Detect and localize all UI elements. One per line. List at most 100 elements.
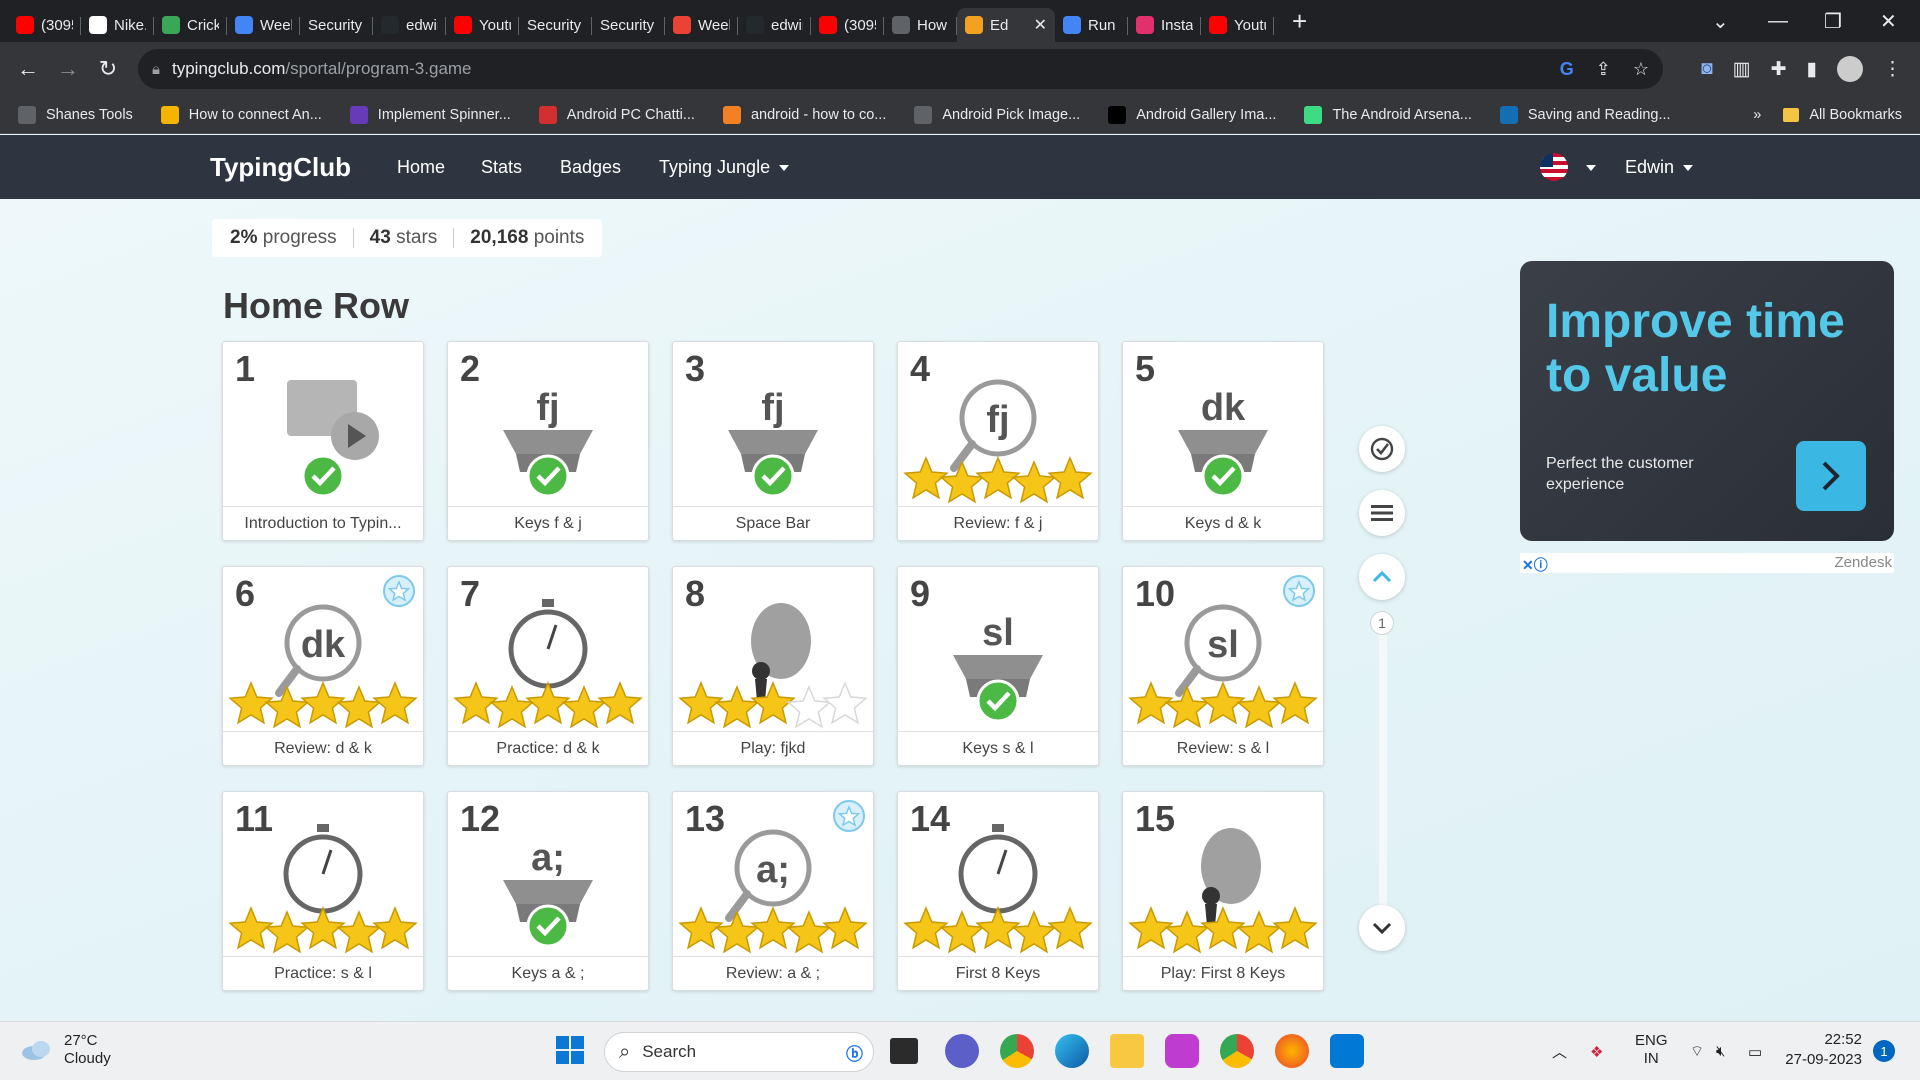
chrome-icon[interactable] [1000, 1034, 1034, 1068]
maximize-button[interactable]: ❐ [1824, 0, 1842, 42]
lesson-card[interactable]: 15 Play: First 8 Keys [1122, 791, 1324, 991]
browser-tab[interactable]: Run R [1055, 8, 1128, 42]
completed-filter-button[interactable] [1359, 426, 1405, 472]
notification-badge[interactable]: 1 [1873, 1040, 1895, 1062]
bookmark-item[interactable]: Android PC Chatti... [538, 105, 695, 124]
lesson-card[interactable]: 7 Practice: d & k [447, 566, 649, 766]
side-panel-icon[interactable]: ▮ [1807, 58, 1817, 81]
close-tab-icon[interactable]: ✕ [1034, 15, 1047, 35]
minimize-button[interactable]: — [1768, 0, 1788, 42]
tray-overflow-icon[interactable]: ︿ [1552, 1022, 1567, 1080]
section-title: Home Row [223, 285, 410, 326]
browser-tab[interactable]: edwin [738, 8, 811, 42]
edge-icon[interactable] [1055, 1034, 1089, 1068]
browser-tab[interactable]: Youtu [446, 8, 519, 42]
lesson-card[interactable]: 14 First 8 Keys [897, 791, 1099, 991]
advertisement[interactable]: Improve time to value Perfect the custom… [1520, 261, 1894, 541]
bookmark-item[interactable]: Saving and Reading... [1499, 105, 1671, 124]
close-window-button[interactable]: ✕ [1880, 0, 1897, 42]
wifi-icon[interactable]: ⌔ [1690, 1022, 1704, 1080]
task-view-icon[interactable] [890, 1038, 918, 1064]
weather-widget[interactable]: 27°C Cloudy [20, 1032, 111, 1068]
back-icon[interactable]: ← [8, 56, 48, 82]
scroll-down-button[interactable] [1359, 905, 1405, 951]
user-menu[interactable]: Edwin [1625, 157, 1694, 178]
browser-tab[interactable]: Security en [592, 8, 665, 42]
browser-tab[interactable]: Youtu [1201, 8, 1274, 42]
teams-icon[interactable] [945, 1034, 979, 1068]
start-windows-icon[interactable] [554, 1034, 588, 1068]
camera-extension-icon[interactable]: ◙ [1701, 58, 1712, 80]
nav-home[interactable]: Home [397, 157, 445, 178]
new-tab-button[interactable]: + [1292, 6, 1307, 37]
share-icon[interactable]: ⇪ [1596, 59, 1611, 80]
extensions-icon[interactable]: ✚ [1771, 58, 1787, 81]
vscode-icon[interactable] [1330, 1034, 1364, 1068]
nav-badges[interactable]: Badges [560, 157, 621, 178]
firefox-icon[interactable] [1275, 1034, 1309, 1068]
browser-tab[interactable]: Nike. J [81, 8, 154, 42]
browser-tab[interactable]: Ed ✕ [957, 8, 1055, 42]
browser-tab[interactable]: (3095) [811, 8, 884, 42]
lesson-card[interactable]: 12 a; Keys a & ; [447, 791, 649, 991]
us-flag-icon[interactable] [1540, 153, 1568, 181]
chrome-profile-icon[interactable] [1220, 1034, 1254, 1068]
ad-arrow-button[interactable] [1796, 441, 1866, 511]
lesson-card[interactable]: 13 a; Review: a & ; [672, 791, 874, 991]
all-bookmarks-button[interactable]: All Bookmarks [1809, 107, 1902, 123]
lesson-card[interactable]: 4 fj Review: f & j [897, 341, 1099, 541]
mute-icon[interactable]: 🔇︎ [1716, 1022, 1725, 1080]
ad-brand: Zendesk [1834, 554, 1892, 571]
lesson-card[interactable]: 10 sl Review: s & l [1122, 566, 1324, 766]
lesson-card[interactable]: 2 fj Keys f & j [447, 341, 649, 541]
address-bar[interactable]: 🔒︎ typingclub.com/sportal/program-3.game… [138, 49, 1663, 89]
lesson-card[interactable]: 1 Introduction to Typin... [222, 341, 424, 541]
taskbar-search[interactable]: ⌕ Search ⓑ [604, 1032, 874, 1072]
bookmark-item[interactable]: Android Gallery Ima... [1108, 105, 1276, 124]
battery-icon[interactable]: ▭ [1748, 1022, 1762, 1080]
dropbox-icon[interactable]: ❖ [1590, 1022, 1603, 1080]
language-chevron-down-icon[interactable] [1586, 165, 1596, 171]
bookmark-item[interactable]: Implement Spinner... [349, 105, 511, 124]
profile-avatar[interactable] [1837, 56, 1863, 82]
lesson-card[interactable]: 6 dk Review: d & k [222, 566, 424, 766]
lock-icon[interactable]: 🔒︎ [152, 61, 160, 78]
bookmark-item[interactable]: The Android Arsena... [1304, 105, 1472, 124]
lesson-card[interactable]: 8 Play: fjkd [672, 566, 874, 766]
browser-tab[interactable]: Week [665, 8, 738, 42]
tab-search-icon[interactable]: ⌄ [1712, 0, 1729, 42]
browser-tab[interactable]: Instag [1128, 8, 1201, 42]
nav-typing-jungle[interactable]: Typing Jungle [659, 157, 790, 178]
stats-extension-icon[interactable]: ▥ [1733, 58, 1751, 81]
browser-tab[interactable]: How t [884, 8, 957, 42]
browser-tab[interactable]: Security en [300, 8, 373, 42]
browser-tab[interactable]: (3095) [8, 8, 81, 42]
typingclub-logo[interactable]: TypingClub [210, 152, 351, 183]
bookmark-item[interactable]: Android Pick Image... [914, 105, 1080, 124]
lesson-card[interactable]: 5 dk Keys d & k [1122, 341, 1324, 541]
menu-kebab-icon[interactable]: ⋮ [1883, 58, 1902, 81]
browser-tab[interactable]: Security en [519, 8, 592, 42]
file-explorer-icon[interactable] [1110, 1034, 1144, 1068]
scroll-up-button[interactable] [1359, 554, 1405, 600]
lesson-card[interactable]: 11 Practice: s & l [222, 791, 424, 991]
lesson-card[interactable]: 3 fj Space Bar [672, 341, 874, 541]
list-view-button[interactable] [1359, 490, 1405, 536]
nav-stats[interactable]: Stats [481, 157, 522, 178]
bookmark-item[interactable]: Shanes Tools [18, 105, 133, 124]
bookmarks-overflow-button[interactable]: » [1753, 107, 1761, 123]
browser-tab[interactable]: Cricke [154, 8, 227, 42]
clock[interactable]: 22:52 27-09-2023 [1778, 1030, 1862, 1070]
forward-icon[interactable]: → [48, 56, 88, 82]
bookmark-item[interactable]: android - how to co... [722, 105, 886, 124]
bookmark-item[interactable]: How to connect An... [160, 105, 322, 124]
google-icon[interactable]: G [1560, 59, 1574, 80]
reload-icon[interactable]: ↻ [88, 56, 128, 82]
bookmark-star-icon[interactable]: ☆ [1633, 59, 1649, 80]
language-indicator[interactable]: ENG IN [1635, 1032, 1668, 1068]
browser-tab[interactable]: edwin [373, 8, 446, 42]
app-w-icon[interactable] [1165, 1034, 1199, 1068]
ad-close-icon[interactable]: ✕ⓘ [1522, 555, 1548, 575]
lesson-card[interactable]: 9 sl Keys s & l [897, 566, 1099, 766]
browser-tab[interactable]: Week [227, 8, 300, 42]
